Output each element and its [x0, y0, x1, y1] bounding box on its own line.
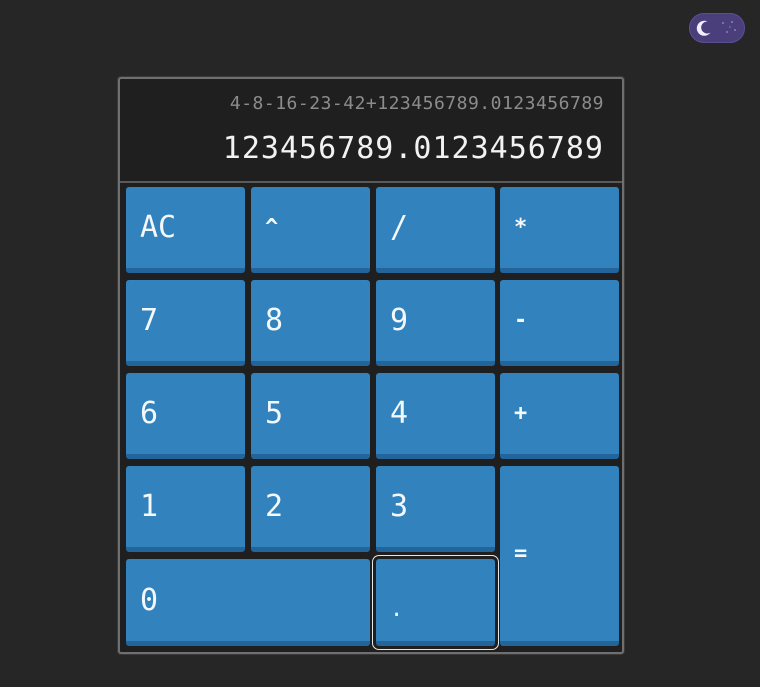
- zero-button[interactable]: 0: [126, 559, 370, 646]
- seven-button[interactable]: 7: [126, 280, 245, 366]
- eight-button[interactable]: 8: [251, 280, 370, 366]
- four-button[interactable]: 4: [376, 373, 495, 459]
- calculator: 4-8-16-23-42+123456789.0123456789 123456…: [118, 77, 624, 654]
- moon-icon: [692, 16, 716, 40]
- display: 4-8-16-23-42+123456789.0123456789 123456…: [120, 79, 622, 183]
- one-button[interactable]: 1: [126, 466, 245, 552]
- five-button[interactable]: 5: [251, 373, 370, 459]
- decimal-button[interactable]: .: [376, 559, 495, 646]
- three-button[interactable]: 3: [376, 466, 495, 552]
- result-display: 123456789.0123456789: [222, 131, 604, 166]
- six-button[interactable]: 6: [126, 373, 245, 459]
- clear-button[interactable]: AC: [126, 187, 245, 273]
- nine-button[interactable]: 9: [376, 280, 495, 366]
- page: 4-8-16-23-42+123456789.0123456789 123456…: [0, 0, 760, 687]
- divide-button[interactable]: /: [376, 187, 495, 273]
- minus-button[interactable]: -: [500, 280, 619, 366]
- power-button[interactable]: ^: [251, 187, 370, 273]
- theme-toggle[interactable]: [689, 13, 745, 43]
- expression-display: 4-8-16-23-42+123456789.0123456789: [229, 93, 604, 114]
- plus-button[interactable]: +: [500, 373, 619, 459]
- multiply-button[interactable]: *: [500, 187, 619, 273]
- two-button[interactable]: 2: [251, 466, 370, 552]
- stars-icon: [719, 19, 739, 37]
- equals-button[interactable]: =: [500, 466, 619, 646]
